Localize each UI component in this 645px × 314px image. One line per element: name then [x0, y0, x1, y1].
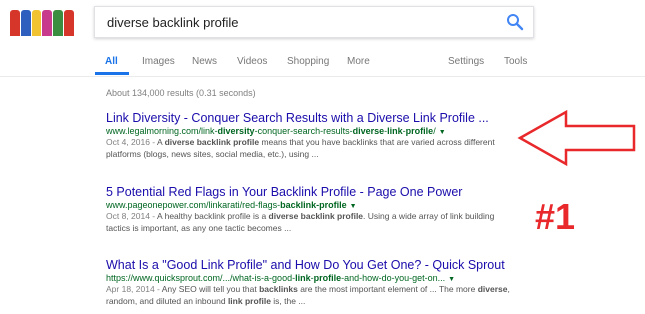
result-snippet: Oct 4, 2016 - A diverse backlink profile…	[106, 137, 495, 159]
tab-videos[interactable]: Videos	[237, 56, 267, 67]
tab-more[interactable]: More	[347, 56, 370, 67]
result-title-link[interactable]: Link Diversity - Conquer Search Results …	[106, 111, 516, 125]
logo-figure	[10, 10, 20, 36]
url-menu-caret-icon[interactable]: ▼	[448, 276, 455, 283]
annotation-arrow-icon	[517, 109, 636, 167]
result-url: www.pageonepower.com/linkarati/red-flags…	[106, 200, 357, 210]
result-snippet: Oct 8, 2014 - A healthy backlink profile…	[106, 211, 495, 233]
result-stats: About 134,000 results (0.31 seconds)	[106, 88, 256, 98]
active-tab-indicator	[95, 72, 129, 75]
annotation-badge: #1	[535, 196, 576, 237]
logo-figure	[64, 10, 74, 36]
search-result: What Is a "Good Link Profile" and How Do…	[106, 258, 516, 307]
tab-tools[interactable]: Tools	[504, 56, 527, 67]
google-logo[interactable]	[10, 10, 74, 36]
search-result: Link Diversity - Conquer Search Results …	[106, 111, 516, 160]
tab-all[interactable]: All	[105, 56, 118, 67]
search-input[interactable]: diverse backlink profile	[107, 15, 239, 30]
result-title-link[interactable]: What Is a "Good Link Profile" and How Do…	[106, 258, 516, 272]
tab-news[interactable]: News	[192, 56, 217, 67]
search-box[interactable]: diverse backlink profile	[94, 6, 534, 38]
result-title-link[interactable]: 5 Potential Red Flags in Your Backlink P…	[106, 185, 516, 199]
logo-figure	[20, 10, 31, 36]
search-icon[interactable]	[505, 12, 525, 32]
search-result: 5 Potential Red Flags in Your Backlink P…	[106, 185, 516, 234]
logo-figure	[31, 10, 42, 36]
url-menu-caret-icon[interactable]: ▼	[350, 203, 357, 210]
result-snippet: Apr 18, 2014 - Any SEO will tell you tha…	[106, 284, 510, 306]
logo-figure	[42, 10, 53, 36]
tab-images[interactable]: Images	[142, 56, 175, 67]
tab-settings[interactable]: Settings	[448, 56, 484, 67]
tab-shopping[interactable]: Shopping	[287, 56, 329, 67]
result-url: www.legalmorning.com/link-diversity-conq…	[106, 126, 446, 136]
result-url: https://www.quicksprout.com/.../what-is-…	[106, 273, 456, 283]
url-menu-caret-icon[interactable]: ▼	[439, 129, 446, 136]
tabs-divider	[0, 76, 645, 77]
logo-figure	[53, 10, 64, 36]
